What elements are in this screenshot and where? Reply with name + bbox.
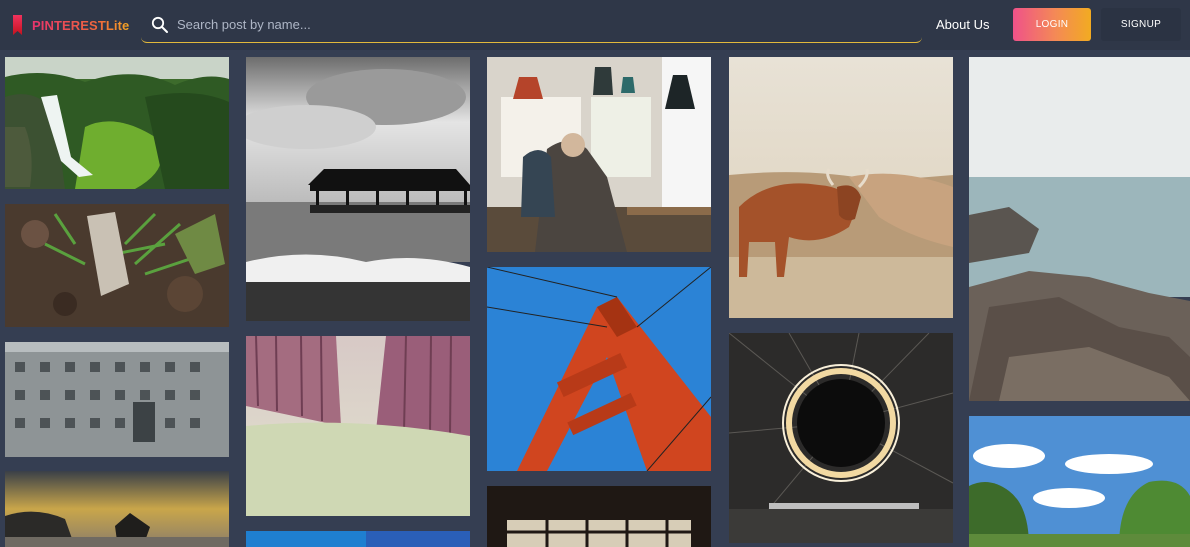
post-black-white-pier[interactable]: [246, 57, 470, 321]
signup-button[interactable]: SIGNUP: [1101, 8, 1181, 41]
post-black-white-pier-image: [246, 57, 470, 321]
post-light-painting-ring[interactable]: [729, 333, 953, 543]
post-green-trees-sky-image: [969, 416, 1190, 547]
post-highland-cow[interactable]: [729, 57, 953, 318]
app-logo-text: PINTERESTLite: [32, 17, 130, 33]
post-waterfall-image: [5, 57, 229, 189]
post-ocean-rocks[interactable]: [969, 57, 1190, 401]
post-concrete-building[interactable]: [5, 342, 229, 457]
post-green-trees-sky[interactable]: [969, 416, 1190, 547]
post-concrete-building-image: [5, 342, 229, 457]
search-bar: [141, 7, 922, 43]
post-light-painting-ring-image: [729, 333, 953, 543]
login-button[interactable]: LOGIN: [1013, 8, 1091, 41]
about-us-link[interactable]: About Us: [936, 17, 989, 32]
post-highland-cow-image: [729, 57, 953, 318]
post-window-silhouette[interactable]: [487, 486, 711, 547]
search-icon[interactable]: [151, 16, 169, 34]
post-rocky-beach-sunset[interactable]: [5, 471, 229, 547]
post-golden-gate-tower[interactable]: [487, 267, 711, 471]
post-waterfall[interactable]: [5, 57, 229, 189]
post-blue-texture[interactable]: [246, 531, 470, 547]
post-plant-on-soil[interactable]: [5, 204, 229, 327]
post-blue-texture-image: [246, 531, 470, 547]
post-plant-on-soil-image: [5, 204, 229, 327]
post-ocean-rocks-image: [969, 57, 1190, 401]
app-logo[interactable]: PINTERESTLite: [12, 13, 129, 37]
post-pink-forest-path[interactable]: [246, 336, 470, 516]
post-rocky-beach-sunset-image: [5, 471, 229, 547]
post-golden-gate-tower-image: [487, 267, 711, 471]
top-navbar: PINTERESTLite About Us LOGIN SIGNUP: [0, 0, 1190, 50]
post-cafe-interior[interactable]: [487, 57, 711, 252]
search-input[interactable]: [177, 11, 907, 37]
post-cafe-interior-image: [487, 57, 711, 252]
post-window-silhouette-image: [487, 486, 711, 547]
post-pink-forest-path-image: [246, 336, 470, 516]
bookmark-icon: [13, 15, 22, 35]
